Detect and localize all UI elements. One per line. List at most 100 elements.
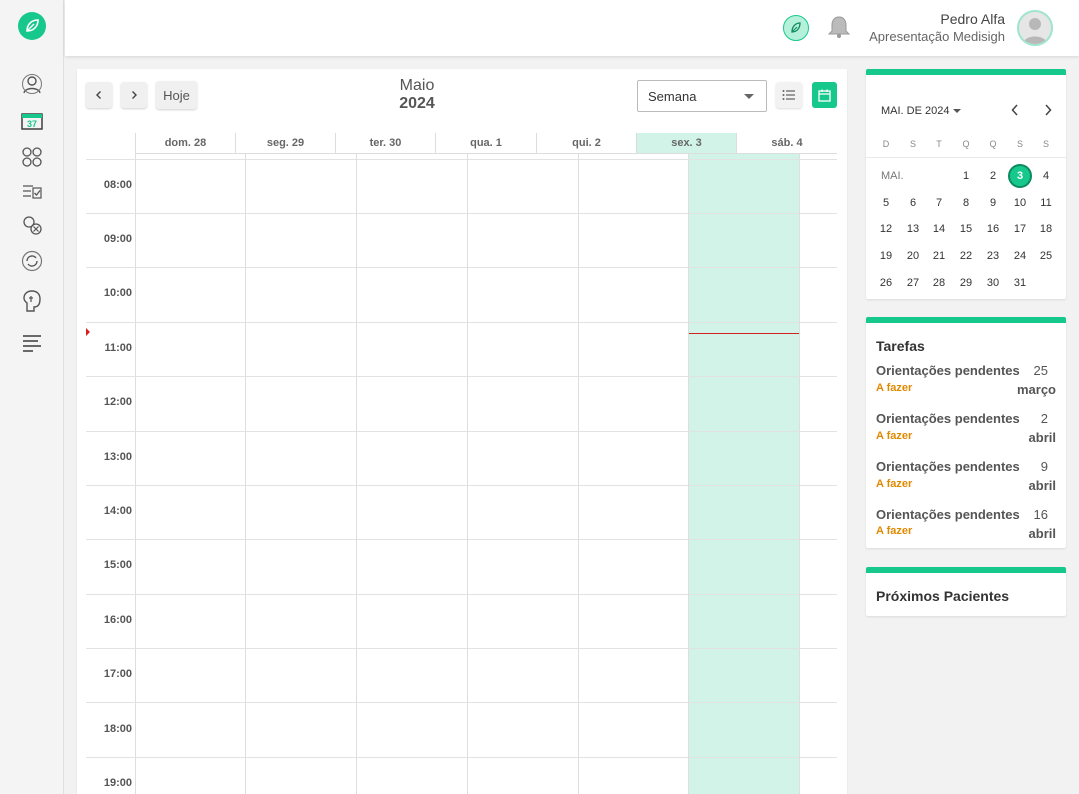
- hour-line: [86, 431, 837, 432]
- brain-icon[interactable]: [20, 290, 44, 314]
- mini-day[interactable]: 13: [901, 217, 925, 241]
- mini-day[interactable]: 25: [1034, 244, 1058, 268]
- list-view-button[interactable]: [776, 82, 802, 108]
- task-item-day: 9: [1040, 459, 1048, 474]
- hour-label: 18:00: [103, 723, 132, 735]
- grid-column-line: [467, 154, 468, 794]
- avatar[interactable]: [1017, 10, 1053, 46]
- mini-day[interactable]: 23: [981, 244, 1005, 268]
- hour-line: [86, 267, 837, 268]
- calendar-view-button[interactable]: [812, 82, 837, 108]
- cancel-icon[interactable]: [20, 213, 44, 237]
- grid-column-line: [135, 154, 136, 794]
- hour-label: 10:00: [103, 287, 132, 299]
- today-button[interactable]: Hoje: [156, 81, 197, 109]
- task-item-day: 25: [1033, 363, 1048, 378]
- mini-day[interactable]: 26: [874, 271, 898, 295]
- grid-column-line: [799, 154, 800, 794]
- svg-text:37: 37: [27, 119, 37, 129]
- weekday-label: S: [909, 139, 916, 149]
- weekday-label: S: [1042, 139, 1049, 149]
- task-item-status: A fazer: [876, 382, 913, 394]
- list-icon: [782, 90, 795, 100]
- divider: [866, 157, 1066, 158]
- day-header[interactable]: ter. 30: [335, 133, 435, 153]
- calendar-month: Maio: [399, 77, 435, 94]
- mini-calendar-month-label: MAI. DE 2024: [881, 105, 950, 117]
- mini-day[interactable]: 5: [874, 191, 898, 215]
- task-item-month: abril: [1028, 478, 1056, 493]
- tasks-title: Tarefas: [876, 338, 925, 354]
- mini-day-selected[interactable]: 3: [1008, 164, 1032, 188]
- mini-prev-month-button[interactable]: [1008, 103, 1022, 117]
- day-header[interactable]: qui. 2: [536, 133, 636, 153]
- notification-bell-icon[interactable]: [825, 13, 853, 41]
- mini-day[interactable]: 27: [901, 271, 925, 295]
- caret-down-icon: [953, 109, 962, 114]
- mini-day[interactable]: 6: [901, 191, 925, 215]
- day-header[interactable]: seg. 29: [235, 133, 335, 153]
- calendar-year: 2024: [399, 95, 435, 112]
- mini-day[interactable]: 10: [1008, 191, 1032, 215]
- mini-day[interactable]: 18: [1034, 217, 1058, 241]
- mini-calendar-month-select[interactable]: MAI. DE 2024: [881, 105, 962, 117]
- leaf-icon[interactable]: [783, 15, 809, 41]
- current-time-line: [689, 333, 799, 334]
- hour-label: 12:00: [103, 396, 132, 408]
- day-header[interactable]: sáb. 4: [736, 133, 837, 153]
- top-header: Pedro Alfa Apresentação Medisigh: [65, 0, 1079, 56]
- view-select[interactable]: Semana: [637, 80, 767, 112]
- mini-day[interactable]: 9: [981, 191, 1005, 215]
- mini-day[interactable]: 14: [927, 217, 951, 241]
- user-name[interactable]: Pedro Alfa: [940, 11, 1005, 27]
- task-item-title[interactable]: Orientações pendentes: [876, 363, 1020, 378]
- app-logo-icon[interactable]: [18, 12, 46, 40]
- medicines-icon[interactable]: [20, 145, 44, 169]
- task-item-status: A fazer: [876, 478, 913, 490]
- mini-day[interactable]: 11: [1034, 191, 1058, 215]
- task-item-title[interactable]: Orientações pendentes: [876, 459, 1020, 474]
- task-item-title[interactable]: Orientações pendentes: [876, 507, 1020, 522]
- calendar-37-icon[interactable]: 37: [20, 109, 44, 133]
- mini-day[interactable]: 30: [981, 271, 1005, 295]
- mini-day[interactable]: 17: [1008, 217, 1032, 241]
- task-item-title[interactable]: Orientações pendentes: [876, 411, 1020, 426]
- mini-day[interactable]: 21: [927, 244, 951, 268]
- mini-day[interactable]: 1: [954, 164, 978, 188]
- next-week-button[interactable]: [121, 82, 147, 108]
- user-icon[interactable]: [20, 72, 44, 96]
- refresh-icon[interactable]: [20, 249, 44, 273]
- day-header[interactable]: dom. 28: [135, 133, 235, 153]
- mini-day[interactable]: 12: [874, 217, 898, 241]
- day-header[interactable]: qua. 1: [435, 133, 536, 153]
- mini-day[interactable]: 2: [981, 164, 1005, 188]
- tasks-card: Tarefas Orientações pendentes A fazer 25…: [866, 317, 1066, 548]
- mini-day[interactable]: 31: [1008, 271, 1032, 295]
- hour-label: 08:00: [103, 179, 132, 191]
- mini-day[interactable]: 24: [1008, 244, 1032, 268]
- view-select-value: Semana: [648, 89, 697, 104]
- mini-day[interactable]: 7: [927, 191, 951, 215]
- mini-day[interactable]: 15: [954, 217, 978, 241]
- reports-icon[interactable]: [20, 332, 44, 356]
- mini-next-month-button[interactable]: [1041, 103, 1055, 117]
- hour-line: [86, 322, 837, 323]
- mini-day[interactable]: 22: [954, 244, 978, 268]
- task-item-status: A fazer: [876, 525, 913, 537]
- prev-week-button[interactable]: [86, 82, 112, 108]
- mini-day[interactable]: 29: [954, 271, 978, 295]
- hour-label: 17:00: [103, 668, 132, 680]
- grid-column-line: [356, 154, 357, 794]
- task-item-day: 2: [1040, 411, 1048, 426]
- week-time-grid[interactable]: 08:00 09:00 10:00 11:00 12:00 13:00 14:0…: [86, 154, 837, 794]
- mini-day[interactable]: 8: [954, 191, 978, 215]
- mini-day[interactable]: 19: [874, 244, 898, 268]
- mini-day[interactable]: 16: [981, 217, 1005, 241]
- task-item-month: março: [1016, 382, 1056, 397]
- mini-day[interactable]: 28: [927, 271, 951, 295]
- mini-day[interactable]: 4: [1034, 164, 1058, 188]
- mini-day[interactable]: 20: [901, 244, 925, 268]
- day-header-today[interactable]: sex. 3: [636, 133, 736, 153]
- hour-line: [86, 539, 837, 540]
- checklist-icon[interactable]: [20, 180, 44, 204]
